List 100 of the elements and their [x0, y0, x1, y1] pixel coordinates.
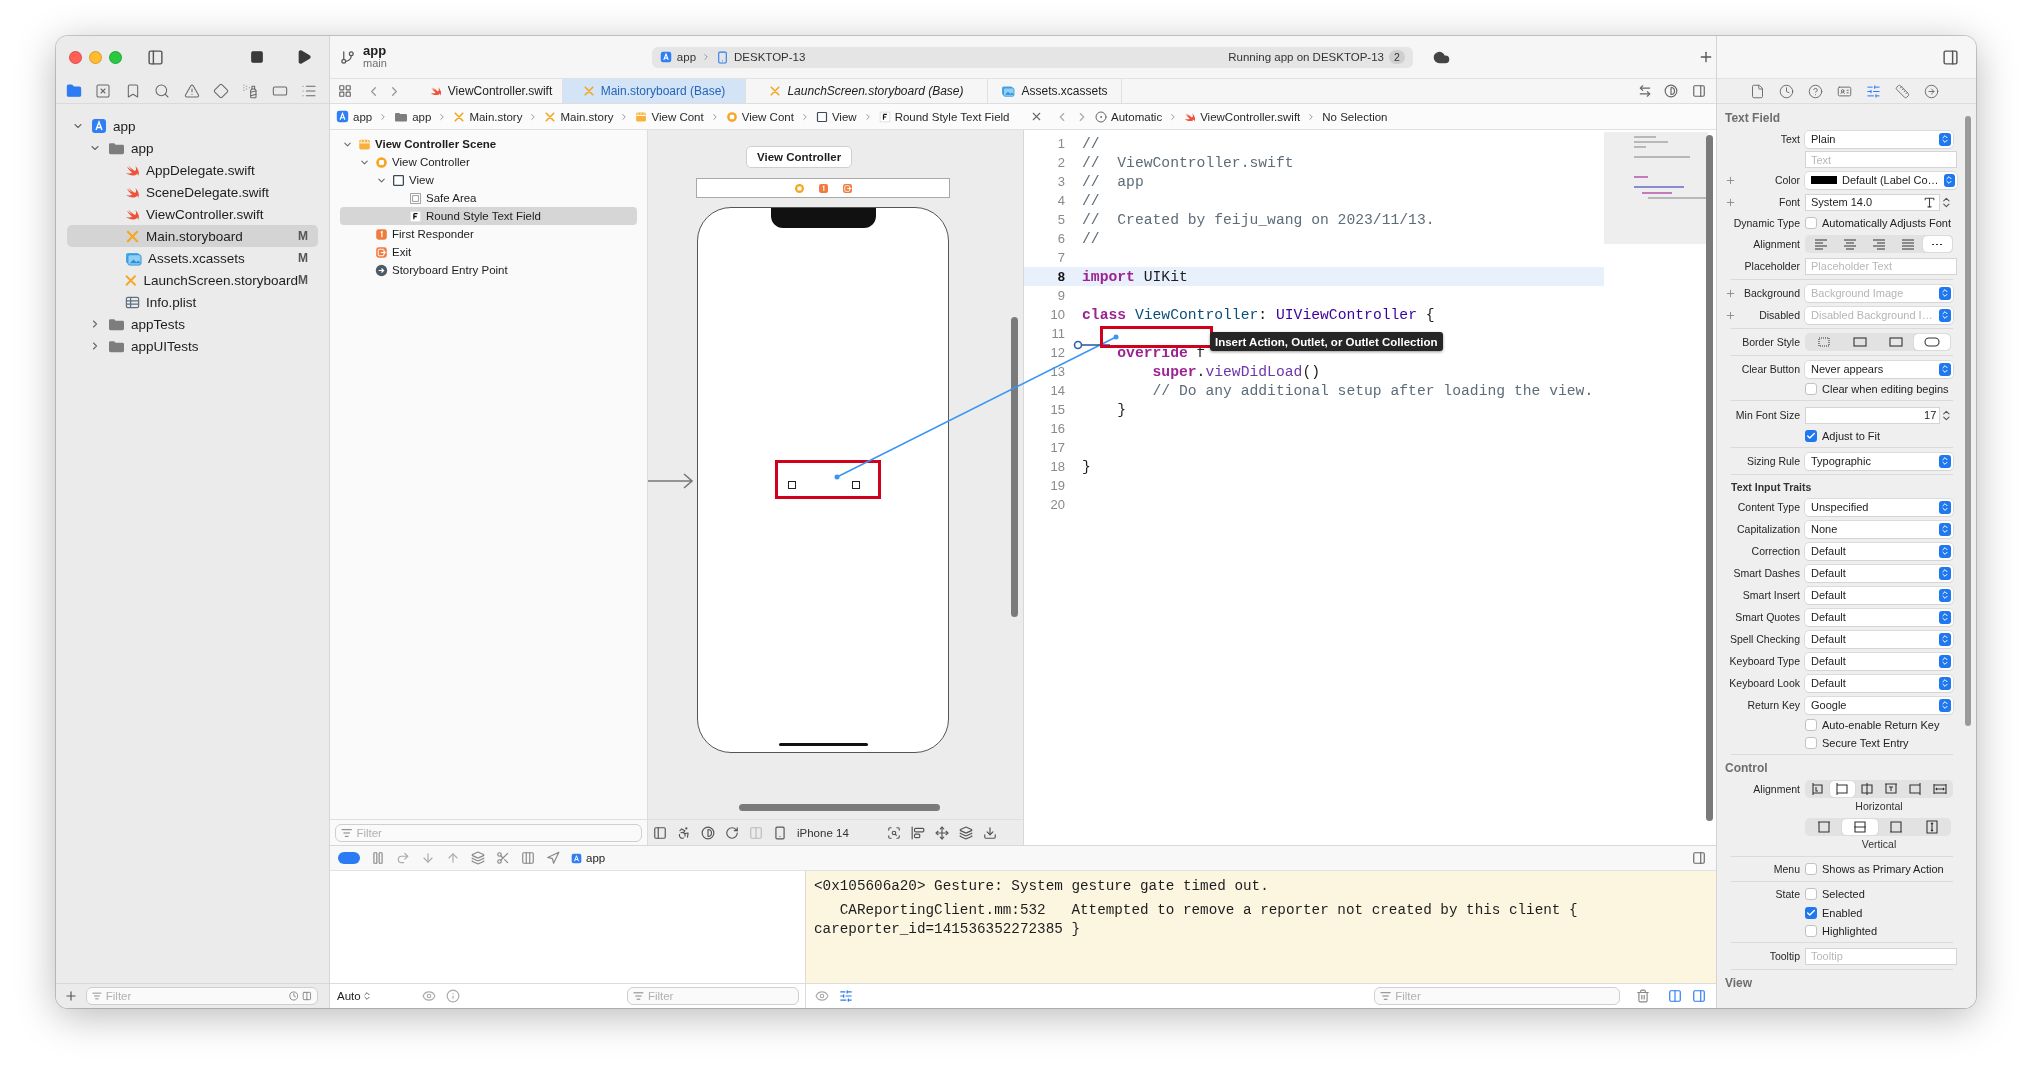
checkbox[interactable]	[1805, 430, 1817, 442]
file-tree-item[interactable]: appTests	[67, 313, 318, 335]
scope-popup[interactable]: Auto	[337, 990, 372, 1002]
outline-item[interactable]: Exit	[340, 243, 637, 261]
align-icon[interactable]	[910, 825, 925, 840]
path-item[interactable]: app	[336, 110, 373, 123]
path-item[interactable]: Automatic	[1095, 110, 1163, 123]
folder-icon[interactable]	[66, 82, 82, 99]
split-icon[interactable]	[1692, 84, 1706, 98]
plus-icon[interactable]	[1725, 196, 1736, 208]
outline-item[interactable]: Round Style Text Field	[340, 207, 637, 225]
popup-button[interactable]: None	[1805, 520, 1953, 538]
file-tree-item[interactable]: Assets.xcassets M	[67, 247, 318, 269]
arrow-circle-icon[interactable]	[1924, 83, 1939, 99]
clock-icon[interactable]	[288, 990, 299, 1002]
popup-button[interactable]: Google	[1805, 696, 1953, 714]
file-tree-item[interactable]: ViewController.swift	[67, 203, 318, 225]
file-tree-item[interactable]: LaunchScreen.storyboardM	[67, 269, 318, 291]
info-icon[interactable]	[445, 989, 460, 1003]
toggle-icon[interactable]	[338, 852, 360, 864]
filter-field[interactable]: Filter	[1374, 987, 1620, 1005]
scrollbar[interactable]	[1965, 116, 1971, 726]
clock-icon[interactable]	[1779, 83, 1794, 99]
checkbox[interactable]	[1805, 925, 1817, 937]
path-item[interactable]: ViewController.swift	[1184, 110, 1301, 123]
file-tree-item[interactable]: Info.plist	[67, 291, 318, 313]
filter-input[interactable]: Filter	[1395, 990, 1614, 1002]
path-item[interactable]: View Cont	[725, 110, 794, 123]
resize-handle[interactable]	[852, 481, 860, 489]
eye-icon[interactable]	[421, 989, 436, 1003]
font-field[interactable]: System 14.0	[1805, 193, 1941, 211]
checkbox[interactable]	[1805, 383, 1817, 395]
scrollbar[interactable]	[1706, 135, 1713, 821]
popup-button[interactable]: Default	[1805, 608, 1953, 626]
plus-icon[interactable]	[1725, 309, 1736, 321]
grid-icon[interactable]	[338, 84, 352, 98]
close-icon[interactable]	[1030, 110, 1043, 123]
scissors-icon[interactable]	[496, 851, 510, 865]
panel-icon[interactable]	[653, 825, 667, 840]
add-icon[interactable]	[64, 989, 78, 1003]
card-icon[interactable]	[1837, 83, 1852, 99]
step-into-icon[interactable]	[421, 851, 435, 865]
warning-icon[interactable]	[183, 82, 200, 99]
sliders-icon[interactable]	[839, 989, 853, 1003]
location-icon[interactable]	[546, 851, 560, 865]
checkbox[interactable]	[1805, 737, 1817, 749]
outline-item[interactable]: View Controller	[340, 153, 637, 171]
path-item[interactable]: Round Style Text Field	[878, 110, 1010, 123]
diamond-icon[interactable]	[212, 82, 229, 99]
checkbox[interactable]	[1805, 217, 1817, 229]
layers-icon[interactable]	[471, 851, 485, 865]
popup-button[interactable]: Never appears	[1805, 360, 1953, 378]
file-tree-item[interactable]: AppDelegate.swift	[67, 159, 318, 181]
run-icon[interactable]	[296, 49, 312, 65]
filter-input[interactable]: Filter	[356, 826, 636, 839]
filter-input[interactable]: Filter	[105, 990, 285, 1002]
checkbox[interactable]	[1805, 907, 1817, 919]
path-item[interactable]: View Cont	[635, 110, 704, 123]
branch-icon[interactable]	[340, 49, 355, 65]
file-tree-item[interactable]: SceneDelegate.swift	[67, 181, 318, 203]
checkbox[interactable]	[1805, 888, 1817, 900]
outline-item[interactable]: View	[340, 171, 637, 189]
outline-item[interactable]: Safe Area	[340, 189, 637, 207]
target-name[interactable]: app	[571, 852, 606, 864]
step-out-icon[interactable]	[446, 851, 460, 865]
zoom-fit-icon[interactable]	[886, 825, 901, 840]
stop-icon[interactable]	[250, 50, 264, 64]
device-name[interactable]: iPhone 14	[797, 826, 849, 839]
number-field[interactable]: 17	[1805, 406, 1941, 424]
close-button[interactable]	[69, 50, 82, 64]
popup-button[interactable]: Unspecified	[1805, 498, 1953, 516]
scrollbar[interactable]	[1011, 317, 1018, 617]
segment[interactable]	[1914, 334, 1950, 350]
popup-button[interactable]: Plain	[1805, 130, 1953, 148]
path-item[interactable]: View	[815, 110, 857, 123]
segment[interactable]	[1842, 819, 1878, 835]
outline-item[interactable]: View Controller Scene	[340, 135, 637, 153]
filter-field[interactable]: Filter	[335, 823, 642, 842]
font-picker-icon[interactable]	[1923, 195, 1937, 209]
minimize-button[interactable]	[89, 50, 102, 64]
file-tree-item[interactable]: app	[67, 137, 318, 159]
search-icon[interactable]	[154, 82, 171, 99]
outline-item[interactable]: Storyboard Entry Point	[340, 261, 637, 279]
popup-button[interactable]: Typographic	[1805, 452, 1953, 470]
text-field[interactable]: Placeholder Text	[1805, 257, 1957, 275]
plus-icon[interactable]	[1725, 287, 1736, 299]
popup-button[interactable]: Default	[1805, 652, 1953, 670]
sliders-icon[interactable]	[1866, 83, 1881, 99]
resize-handle[interactable]	[788, 481, 796, 489]
text-field[interactable]: Text	[1805, 151, 1957, 168]
text-field[interactable]: Tooltip	[1805, 947, 1957, 965]
accessibility-icon[interactable]	[677, 825, 691, 840]
step-over-icon[interactable]	[396, 851, 410, 865]
file-tree-item[interactable]: app	[67, 115, 318, 137]
editor-tab[interactable]: Main.storyboard (Base)	[563, 79, 746, 103]
filter-input[interactable]: Filter	[647, 990, 793, 1002]
file-tree-item[interactable]: appUITests	[67, 335, 318, 357]
checkbox[interactable]	[1805, 863, 1817, 875]
panel-icon[interactable]	[302, 990, 312, 1002]
file-tree-item[interactable]: Main.storyboard M	[67, 225, 318, 247]
